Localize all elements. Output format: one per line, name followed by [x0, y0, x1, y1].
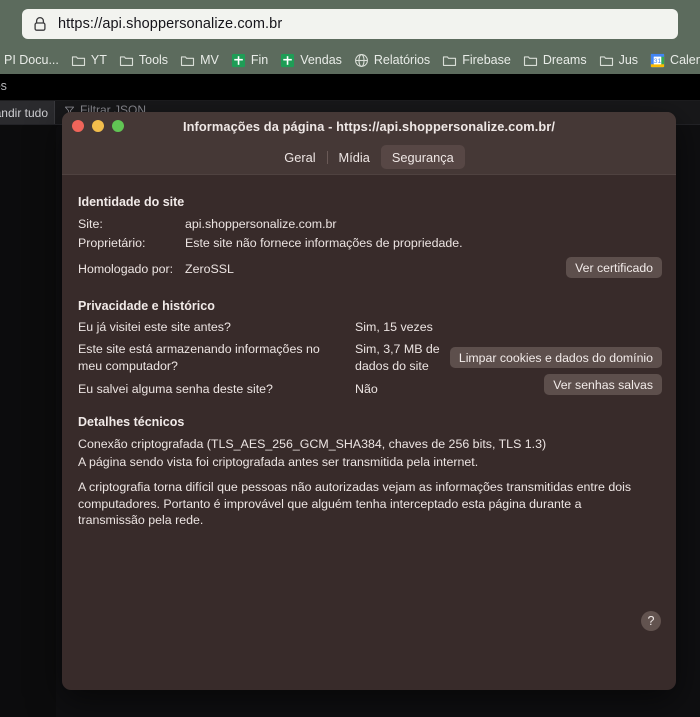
bookmark-label: Jus — [618, 53, 639, 67]
bookmark-label: Firebase — [462, 53, 511, 67]
technical-line-1: Conexão criptografada (TLS_AES_256_GCM_S… — [78, 437, 547, 451]
bookmark-label: Tools — [138, 53, 169, 67]
padlock-icon — [34, 17, 46, 31]
sheets-icon — [231, 53, 245, 67]
visited-label: Eu já visitei este site antes? — [78, 320, 231, 334]
bookmark-pi-docu[interactable]: PI Docu... — [0, 48, 65, 72]
help-button[interactable]: ? — [641, 611, 661, 631]
view-saved-passwords-button[interactable]: Ver senhas salvas — [544, 374, 662, 395]
browser-toolbar: https://api.shoppersonalize.com.br — [0, 0, 700, 46]
bookmark-label: Fin — [250, 53, 269, 67]
bookmark-label: Calendar — [670, 53, 700, 67]
bookmark-firebase[interactable]: Firebase — [436, 48, 517, 72]
bookmark-label: Relatórios — [373, 53, 431, 67]
globe-icon — [354, 53, 368, 67]
dialog-tabs: Geral Mídia Segurança — [62, 145, 676, 169]
bookmark-calendar[interactable]: 31 Calendar — [644, 48, 700, 72]
storing-value: Sim, 3,7 MB de dados do site — [355, 342, 440, 373]
bookmark-yt[interactable]: YT — [65, 48, 113, 72]
bookmark-label: Vendas — [300, 53, 342, 67]
bookmark-fin[interactable]: Fin — [225, 48, 274, 72]
bookmark-tools[interactable]: Tools — [113, 48, 174, 72]
bookmark-label: YT — [90, 53, 107, 67]
devtools-tabstrip — [0, 74, 700, 101]
bookmark-relatorios[interactable]: Relatórios — [348, 48, 436, 72]
sheets-icon — [281, 53, 295, 67]
section-heading-privacy: Privacidade e histórico — [78, 299, 215, 313]
section-heading-technical: Detalhes técnicos — [78, 415, 185, 429]
calendar-icon: 31 — [650, 53, 665, 67]
tab-group: Geral Mídia Segurança — [273, 145, 465, 169]
bookmark-mv[interactable]: MV — [174, 48, 225, 72]
saved-password-value: Não — [355, 382, 378, 396]
bookmark-label: Dreams — [542, 53, 587, 67]
verified-by-value: ZeroSSL — [185, 262, 234, 276]
screen: https://api.shoppersonalize.com.br PI Do… — [0, 0, 700, 717]
storing-label: Este site está armazenando informações n… — [78, 342, 320, 373]
saved-password-label: Eu salvei alguma senha deste site? — [78, 382, 273, 396]
dialog-body: Identidade do site Site: api.shoppersona… — [62, 175, 676, 690]
site-label: Site: — [78, 217, 103, 231]
url-text: https://api.shoppersonalize.com.br — [58, 16, 283, 32]
svg-text:31: 31 — [654, 57, 662, 64]
folder-icon — [523, 55, 537, 66]
site-value: api.shoppersonalize.com.br — [185, 217, 337, 231]
technical-line-2: A página sendo vista foi criptografada a… — [78, 455, 479, 469]
bookmark-jus[interactable]: Jus — [593, 48, 644, 72]
folder-icon — [599, 55, 613, 66]
folder-icon — [443, 55, 457, 66]
bookmark-vendas[interactable]: Vendas — [274, 48, 348, 72]
tab-midia[interactable]: Mídia — [328, 145, 381, 169]
verified-by-label: Homologado por: — [78, 262, 174, 276]
bookmark-label: MV — [200, 53, 219, 67]
folder-icon — [181, 55, 195, 66]
dialog-title: Informações da página - https://api.shop… — [182, 119, 556, 134]
owner-label: Proprietário: — [78, 236, 146, 250]
folder-icon — [71, 55, 85, 66]
owner-value: Este site não fornece informações de pro… — [185, 236, 463, 250]
bookmarks-bar[interactable]: PI Docu... YT Tools MV Fin Vendas Relató… — [0, 46, 700, 74]
tab-geral[interactable]: Geral — [273, 145, 326, 169]
folder-icon — [119, 55, 133, 66]
clear-cookies-button[interactable]: Limpar cookies e dados do domínio — [449, 347, 662, 368]
devtools-tab-details[interactable]: lhos — [0, 79, 7, 93]
visited-value: Sim, 15 vezes — [355, 320, 433, 334]
dialog-titlebar[interactable]: Informações da página - https://api.shop… — [62, 112, 676, 175]
technical-line-3: A criptografia torna difícil que pessoas… — [78, 480, 632, 527]
address-bar[interactable]: https://api.shoppersonalize.com.br — [22, 9, 678, 39]
section-heading-identity: Identidade do site — [78, 195, 185, 209]
tab-seguranca[interactable]: Segurança — [380, 145, 465, 169]
expand-all-button[interactable]: andir tudo — [0, 101, 55, 124]
page-info-dialog: Informações da página - https://api.shop… — [62, 112, 676, 690]
bookmark-dreams[interactable]: Dreams — [517, 48, 593, 72]
expand-all-label: andir tudo — [0, 105, 48, 120]
bookmark-label: PI Docu... — [4, 53, 59, 67]
view-certificate-button[interactable]: Ver certificado — [566, 257, 662, 278]
